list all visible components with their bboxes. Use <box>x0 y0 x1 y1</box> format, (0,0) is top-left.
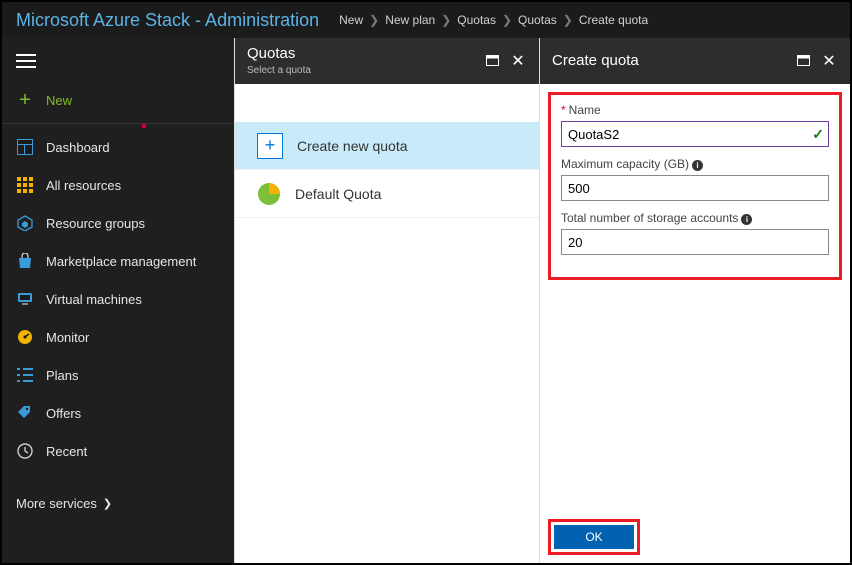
sidebar-item-label: Dashboard <box>46 140 220 155</box>
sidebar-item-label: Plans <box>46 368 220 383</box>
breadcrumb: New ❯ New plan ❯ Quotas ❯ Quotas ❯ Creat… <box>339 13 648 27</box>
sidebar-item-marketplace[interactable]: Marketplace management <box>2 242 234 280</box>
capacity-field: Maximum capacity (GB)i <box>561 157 829 201</box>
accounts-field: Total number of storage accountsi <box>561 211 829 255</box>
ok-highlight: OK <box>548 519 640 555</box>
name-label: *Name <box>561 103 829 117</box>
capacity-input[interactable] <box>561 175 829 201</box>
breadcrumb-item[interactable]: New <box>339 13 363 27</box>
check-icon: ✓ <box>812 126 824 143</box>
row-label: Create new quota <box>297 138 408 154</box>
sidebar-more-label: More services <box>16 496 97 511</box>
sidebar-item-label: Virtual machines <box>46 292 220 307</box>
bag-icon <box>16 252 34 270</box>
top-bar: Microsoft Azure Stack - Administration N… <box>2 2 850 38</box>
sidebar-item-recent[interactable]: Recent <box>2 432 234 470</box>
gauge-icon <box>16 328 34 346</box>
blade-header: Quotas Select a quota ✕ <box>235 38 539 84</box>
pie-icon <box>257 182 281 206</box>
sidebar-item-dashboard[interactable]: Dashboard <box>2 128 234 166</box>
hamburger-button[interactable] <box>2 44 234 81</box>
sidebar-item-offers[interactable]: Offers <box>2 394 234 432</box>
close-icon[interactable]: ✕ <box>820 51 838 71</box>
sidebar-item-label: All resources <box>46 178 220 193</box>
name-field: *Name ✓ <box>561 103 829 147</box>
form-highlight: *Name ✓ Maximum capacity (GB)i Total num… <box>548 92 842 280</box>
accounts-label: Total number of storage accountsi <box>561 211 829 225</box>
sidebar-item-label: Monitor <box>46 330 220 345</box>
info-icon[interactable]: i <box>692 160 703 171</box>
maximize-icon[interactable] <box>794 53 812 69</box>
close-icon[interactable]: ✕ <box>509 51 527 71</box>
capacity-label: Maximum capacity (GB)i <box>561 157 829 171</box>
portal-title[interactable]: Microsoft Azure Stack - Administration <box>10 10 325 31</box>
plus-icon: + <box>16 91 34 109</box>
sidebar-item-plans[interactable]: Plans <box>2 356 234 394</box>
dashboard-icon <box>16 138 34 156</box>
chevron-right-icon: ❯ <box>369 13 379 27</box>
create-new-quota-row[interactable]: + Create new quota <box>235 122 539 170</box>
clock-icon <box>16 442 34 460</box>
name-input[interactable] <box>561 121 829 147</box>
sidebar-item-resource-groups[interactable]: Resource groups <box>2 204 234 242</box>
sidebar-item-label: Resource groups <box>46 216 220 231</box>
sidebar-more-services[interactable]: More services ❯ <box>2 482 234 525</box>
info-icon[interactable]: i <box>741 214 752 225</box>
chevron-right-icon: ❯ <box>502 13 512 27</box>
sidebar-item-monitor[interactable]: Monitor <box>2 318 234 356</box>
vm-icon <box>16 290 34 308</box>
accounts-input[interactable] <box>561 229 829 255</box>
maximize-icon[interactable] <box>483 53 501 69</box>
chevron-right-icon: ❯ <box>563 13 573 27</box>
breadcrumb-item[interactable]: Quotas <box>457 13 496 27</box>
tag-icon <box>16 404 34 422</box>
blade-title: Create quota <box>552 53 786 70</box>
sidebar-item-label: Recent <box>46 444 220 459</box>
chevron-right-icon: ❯ <box>103 497 112 510</box>
ok-button[interactable]: OK <box>554 525 634 549</box>
create-quota-blade: Create quota ✕ *Name ✓ Maximum capacity … <box>539 38 850 563</box>
breadcrumb-item[interactable]: Create quota <box>579 13 648 27</box>
row-label: Default Quota <box>295 186 381 202</box>
quotas-blade: Quotas Select a quota ✕ + Create new quo… <box>234 38 539 563</box>
grid-icon <box>16 176 34 194</box>
blade-title: Quotas <box>247 46 475 63</box>
blade-subtitle: Select a quota <box>247 65 475 76</box>
breadcrumb-item[interactable]: Quotas <box>518 13 557 27</box>
list-icon <box>16 366 34 384</box>
chevron-right-icon: ❯ <box>441 13 451 27</box>
plus-icon: + <box>257 133 283 159</box>
quota-row[interactable]: Default Quota <box>235 170 539 218</box>
sidebar-item-all-resources[interactable]: All resources <box>2 166 234 204</box>
breadcrumb-item[interactable]: New plan <box>385 13 435 27</box>
divider <box>2 123 234 124</box>
blade-header: Create quota ✕ <box>540 38 850 84</box>
sidebar-item-label: Marketplace management <box>46 254 220 269</box>
sidebar: + New Dashboard All resources Resource g… <box>2 38 234 563</box>
sidebar-item-virtual-machines[interactable]: Virtual machines <box>2 280 234 318</box>
sidebar-item-new[interactable]: + New <box>2 81 234 119</box>
sidebar-item-label: New <box>46 93 220 108</box>
sidebar-item-label: Offers <box>46 406 220 421</box>
marker-icon <box>142 124 146 128</box>
cube-icon <box>16 214 34 232</box>
